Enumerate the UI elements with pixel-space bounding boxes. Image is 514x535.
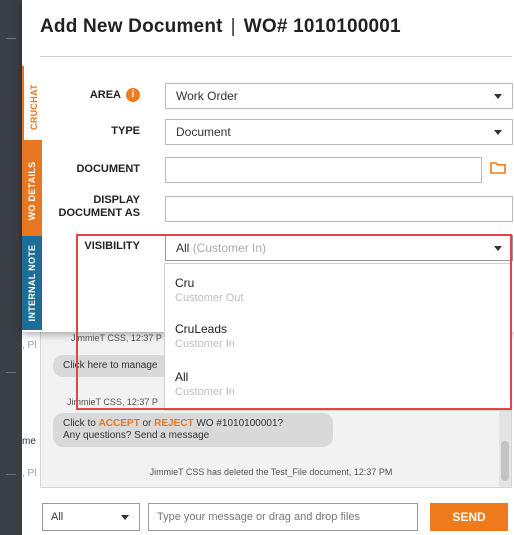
document-input[interactable] xyxy=(165,157,482,183)
divider xyxy=(6,38,16,39)
option-label: CruLeads xyxy=(175,322,228,336)
document-label: DOCUMENT xyxy=(76,163,140,175)
send-button[interactable]: SEND xyxy=(430,503,508,531)
left-dark-strip xyxy=(0,0,22,535)
visibility-select[interactable]: All (Customer In) xyxy=(165,235,513,261)
visibility-label: VISIBILITY xyxy=(84,240,140,252)
option-sub-label: Customer Out xyxy=(175,292,244,304)
tab-label: INTERNAL NOTE xyxy=(27,244,37,322)
divider xyxy=(40,56,512,57)
message-meta: JimmieT CSS, 12:37 P xyxy=(67,397,158,407)
label-line: DOCUMENT AS xyxy=(58,207,140,219)
divider xyxy=(6,372,16,373)
modal-title: Add New Document | WO# 1010100001 xyxy=(40,16,401,38)
visibility-hint: (Customer In) xyxy=(192,241,267,255)
display-document-as-label: DISPLAY DOCUMENT AS xyxy=(32,194,140,220)
visibility-value: All xyxy=(176,241,190,255)
message-meta: JimmieT CSS, 12:37 P xyxy=(71,333,162,343)
label-line: DISPLAY xyxy=(93,194,140,206)
chat-bubble[interactable]: Click here to manage xyxy=(53,355,171,377)
display-document-as-input[interactable] xyxy=(165,196,513,222)
bubble-text: or xyxy=(139,418,155,429)
chevron-down-icon xyxy=(121,515,129,520)
tab-cruchat[interactable]: CRUCHAT xyxy=(22,66,44,148)
work-order-number: WO# 1010100001 xyxy=(243,16,401,37)
info-icon[interactable]: i xyxy=(126,88,140,102)
tab-label: CRUCHAT xyxy=(29,84,39,130)
option-label: Cru xyxy=(175,276,195,290)
area-value: Work Order xyxy=(176,89,238,103)
chevron-down-icon xyxy=(494,94,502,99)
scrollbar-thumb[interactable] xyxy=(501,441,509,481)
visibility-option-all[interactable]: All Customer In xyxy=(175,370,235,398)
bubble-text: Any questions? Send a message xyxy=(63,430,210,441)
chevron-down-icon xyxy=(494,130,502,135)
accept-link[interactable]: ACCEPT xyxy=(99,418,140,429)
modal-title-text: Add New Document xyxy=(40,16,223,37)
folder-icon[interactable] xyxy=(490,162,506,174)
tab-wo-details[interactable]: WO DETAILS xyxy=(22,140,42,242)
bubble-text: Click to xyxy=(63,418,99,429)
type-select[interactable]: Document xyxy=(165,119,513,145)
visibility-option-cruleads[interactable]: CruLeads Customer In xyxy=(175,322,235,350)
option-sub-label: Customer In xyxy=(175,338,235,350)
option-sub-label: Customer In xyxy=(175,386,235,398)
chevron-down-icon xyxy=(494,246,502,251)
accept-reject-bubble: Click to ACCEPT or REJECT WO #1010100001… xyxy=(53,413,333,447)
filter-value: All xyxy=(51,511,64,523)
tab-internal-note[interactable]: INTERNAL NOTE xyxy=(22,236,42,330)
bubble-text: WO #1010100001? xyxy=(193,418,284,429)
title-separator: | xyxy=(230,16,236,37)
option-label: All xyxy=(175,370,189,384)
area-label-text: AREA xyxy=(89,88,121,101)
system-message: JimmieT CSS has deleted the Test_File do… xyxy=(149,467,393,477)
type-label: TYPE xyxy=(111,125,140,137)
area-label: AREA i xyxy=(52,88,140,102)
visibility-option-cru[interactable]: Cru Customer Out xyxy=(175,276,243,304)
message-filter-select[interactable]: All xyxy=(42,503,140,531)
divider xyxy=(6,474,16,475)
type-value: Document xyxy=(176,125,231,139)
visibility-dropdown-list: Cru Customer Out CruLeads Customer In Al… xyxy=(164,263,512,411)
chat-input-bar: All Type your message or drag and drop f… xyxy=(22,495,514,535)
area-select[interactable]: Work Order xyxy=(165,83,513,109)
reject-link[interactable]: REJECT xyxy=(154,418,193,429)
message-input[interactable]: Type your message or drag and drop files xyxy=(148,503,418,531)
